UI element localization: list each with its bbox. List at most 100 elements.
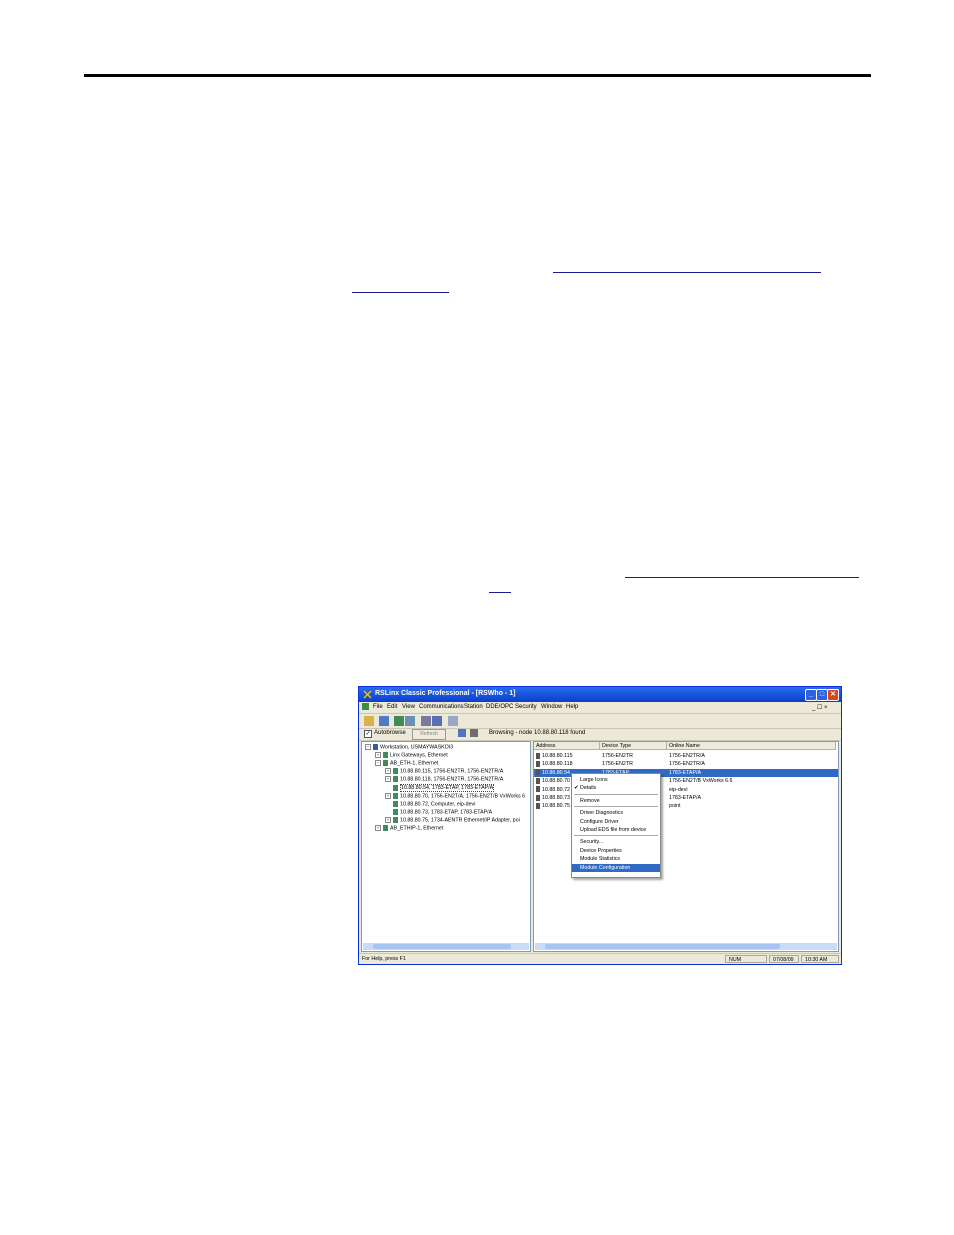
browse-toolbar: ✓ Autobrowse Refresh Browsing - node 10.…: [359, 728, 841, 741]
cell-online-name: 1783-ETAP/A: [669, 769, 701, 777]
tree-node[interactable]: − AB_ETH-1, Ethernet: [375, 760, 439, 767]
column-header-device-type[interactable]: Device Type: [600, 742, 667, 750]
menu-bar: File Edit View Communications Station DD…: [359, 702, 841, 712]
document-icon[interactable]: [362, 703, 369, 710]
context-menu-item-label: Module Statistics: [580, 856, 621, 863]
status-date: 07/08/09: [769, 955, 799, 963]
tree-expander[interactable]: −: [375, 760, 381, 767]
status-num-lock: NUM: [725, 955, 767, 963]
menu-help[interactable]: Help: [566, 704, 578, 710]
context-menu-item[interactable]: Large Icons: [572, 776, 660, 784]
mdi-window-controls[interactable]: _ ☐ ×: [812, 704, 828, 711]
cell-online-name: 1756-EN2TR/A: [669, 752, 705, 760]
column-header-address[interactable]: Address: [534, 742, 600, 750]
context-menu-item-label: Driver Diagnostics: [580, 810, 623, 817]
cross-reference-link[interactable]: [553, 272, 821, 273]
menu-security[interactable]: Security: [515, 704, 537, 710]
page-header-rule: [84, 74, 871, 77]
tree-node[interactable]: +10.88.80.70, 1756-EN2T/A, 1756-EN2T/B V…: [385, 792, 525, 799]
menu-separator: [574, 806, 658, 808]
context-menu-item[interactable]: Remove: [572, 797, 660, 805]
context-menu-item[interactable]: ✔ Details: [572, 784, 660, 792]
tree-expander[interactable]: −: [365, 744, 371, 750]
cross-reference-link-continued[interactable]: [489, 592, 511, 593]
tree-node[interactable]: +10.88.80.75, 1734-AENTR Ethernet/IP Ada…: [385, 816, 520, 823]
cell-text: 10.88.80.118: [542, 761, 573, 768]
context-menu-item-label: Module Configuration: [580, 864, 631, 871]
tree-view-icon[interactable]: [458, 729, 466, 737]
workstation-icon: [373, 744, 378, 750]
device-icon: [536, 786, 540, 793]
column-header-online-name[interactable]: Online Name: [667, 742, 836, 750]
menu-edit[interactable]: Edit: [387, 704, 397, 710]
tree-node[interactable]: 10.88.80.54, 1783-ETAP, 1783-ETAP/A: [385, 783, 495, 792]
status-time: 10:30 AM: [801, 955, 839, 963]
refresh-button[interactable]: Refresh: [412, 729, 446, 740]
tree-node[interactable]: +10.88.80.118, 1756-EN2TR, 1756-EN2TR/A: [385, 776, 503, 783]
tree-node[interactable]: + AB_ETHIP-1, Ethernet: [375, 825, 443, 831]
tree-node[interactable]: 10.88.80.72, Computer, eip-devi: [385, 800, 475, 807]
context-menu-item-label: Configure Driver: [580, 818, 619, 825]
tree-node-label: Linx Gateways, Ethernet: [390, 752, 448, 759]
cell-text: point: [669, 803, 681, 810]
context-menu-item-label: Security...: [580, 839, 604, 846]
tree-node[interactable]: 10.88.80.73, 1783-ETAP, 1783-ETAP/A: [385, 808, 492, 815]
tree-horizontal-scrollbar[interactable]: [363, 943, 529, 950]
close-button[interactable]: ✕: [827, 689, 839, 701]
cell-address: 10.88.80.118: [536, 760, 573, 768]
context-menu-item[interactable]: Configure Driver: [572, 818, 660, 826]
tree-expander[interactable]: +: [385, 776, 391, 783]
menu-communications[interactable]: Communications: [419, 704, 464, 710]
cross-reference-link-continued[interactable]: [352, 292, 449, 293]
station-icon[interactable]: [405, 716, 415, 726]
autobrowse-checkbox[interactable]: ✓: [364, 730, 372, 738]
table-row[interactable]: 10.88.80.118 1756-EN2TR 1756-EN2TR/A: [534, 760, 838, 768]
menu-view[interactable]: View: [402, 704, 415, 710]
topic-icon[interactable]: [421, 716, 431, 726]
tree-expander[interactable]: +: [385, 816, 391, 823]
cell-address: 10.88.80.54: [536, 769, 570, 777]
scrollbar-thumb[interactable]: [545, 944, 780, 949]
cell-address: 10.88.80.70: [536, 777, 570, 785]
network-icon[interactable]: [379, 716, 389, 726]
menu-station[interactable]: Station: [464, 704, 483, 710]
scrollbar-thumb[interactable]: [373, 944, 511, 949]
title-bar[interactable]: RSLinx Classic Professional - [RSWho - 1…: [359, 687, 841, 702]
tree-node[interactable]: − Workstation, USMAYWASKOI3: [365, 744, 453, 750]
context-menu-item[interactable]: Security...: [572, 838, 660, 846]
context-menu-item[interactable]: Driver Diagnostics: [572, 809, 660, 817]
cell-text: 10.88.80.75: [542, 803, 570, 810]
tree-node-label: AB_ETH-1, Ethernet: [390, 760, 439, 767]
menu-separator: [574, 793, 658, 795]
tree-expander[interactable]: +: [375, 825, 381, 831]
menu-dde-opc[interactable]: DDE/OPC: [486, 704, 513, 710]
help-pointer-icon[interactable]: [448, 716, 458, 726]
list-view-icon[interactable]: [470, 729, 478, 737]
tree-node[interactable]: +10.88.80.115, 1756-EN2TR, 1756-EN2TR/A: [385, 768, 503, 775]
menu-window[interactable]: Window: [541, 704, 562, 710]
dde-icon[interactable]: [432, 716, 442, 726]
autobrowse-label: Autobrowse: [374, 730, 406, 736]
device-icon: [536, 769, 540, 776]
tree-expander[interactable]: +: [385, 792, 391, 799]
list-horizontal-scrollbar[interactable]: [535, 943, 837, 950]
tree-expander[interactable]: +: [385, 768, 391, 775]
table-row[interactable]: 10.88.80.115 1756-EN2TR 1756-EN2TR/A: [534, 752, 838, 760]
menu-file[interactable]: File: [373, 704, 383, 710]
cell-address: 10.88.80.73: [536, 794, 570, 802]
context-menu-item[interactable]: Module Configuration: [572, 863, 660, 872]
tree-node[interactable]: + Linx Gateways, Ethernet: [375, 752, 448, 759]
device-icon: [536, 777, 540, 784]
browsing-status: Browsing - node 10.88.80.118 found: [489, 730, 586, 736]
cell-online-name: 1756-EN2TR/A: [669, 760, 705, 768]
driver-icon[interactable]: [394, 716, 404, 726]
cell-online-name: 1756-EN2T/B VxWorks 6.6: [669, 777, 733, 785]
context-menu-item[interactable]: Module Statistics: [572, 855, 660, 863]
context-menu-item[interactable]: Upload EDS file from device: [572, 826, 660, 834]
device-icon: [393, 816, 398, 823]
tree-expander[interactable]: +: [375, 752, 381, 759]
context-menu-item[interactable]: Device Properties: [572, 847, 660, 855]
open-folder-icon[interactable]: [364, 716, 374, 726]
device-tree: − Workstation, USMAYWASKOI3 + Linx Gateways…: [361, 741, 531, 952]
cross-reference-link[interactable]: [625, 577, 859, 578]
